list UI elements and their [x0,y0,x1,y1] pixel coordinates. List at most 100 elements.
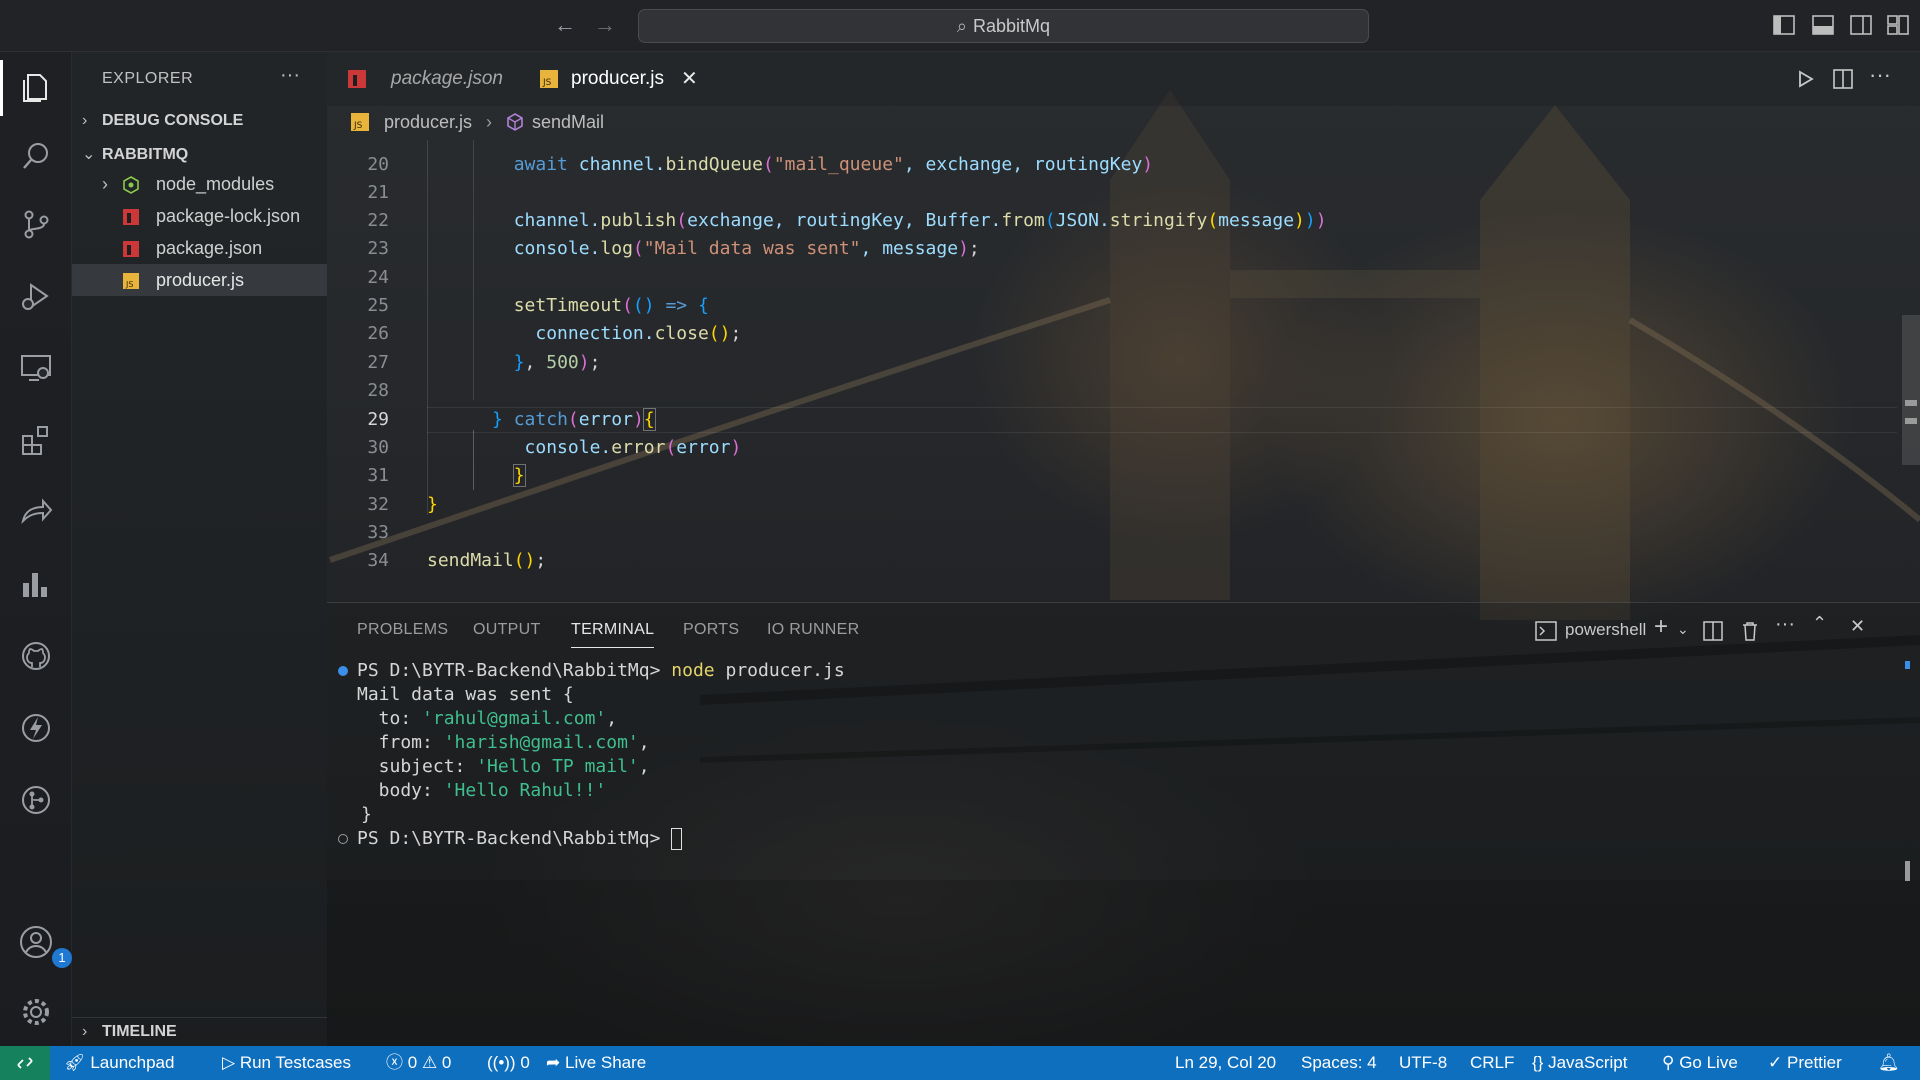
explorer-icon[interactable] [0,60,56,116]
svg-text:JS: JS [353,121,363,131]
split-editor-icon[interactable] [1832,68,1854,90]
new-terminal-icon[interactable]: + [1654,613,1668,640]
notifications-bell-icon[interactable]: 🔔︎ [1878,1046,1900,1080]
terminal-line: PS D:\BYTR-Backend\RabbitMq> [357,828,683,850]
tab-problems[interactable]: PROBLEMS [357,621,448,639]
npm-file-icon [123,209,139,225]
breadcrumb-separator-icon: › [486,112,492,132]
tree-item-package-lock-json[interactable]: package-lock.json [72,200,327,232]
remote-explorer-icon[interactable] [16,348,56,388]
run-and-debug-icon[interactable] [16,276,56,316]
accounts-icon[interactable]: 1 [16,922,72,968]
command-center-search[interactable]: ⌕ RabbitMq [638,9,1369,43]
line-number: 20 [367,154,389,175]
forward-arrow-icon[interactable]: → [594,12,616,38]
tab-producer-js[interactable]: JS producer.js ✕ [539,52,719,106]
terminal-scrollbar[interactable] [1905,861,1910,881]
editor-more-actions-icon[interactable]: ··· [1869,62,1891,88]
search-icon[interactable] [16,136,56,176]
breadcrumb-symbol[interactable]: sendMail [532,108,604,136]
line-number: 22 [367,210,389,231]
editor-scrollbar[interactable] [1902,315,1920,465]
code-line-31: } [512,464,526,487]
go-live-button[interactable]: ⚲ Go Live [1662,1046,1738,1080]
language-mode[interactable]: {} JavaScript [1532,1046,1627,1080]
toggle-secondary-sidebar-icon[interactable] [1849,14,1873,36]
shell-name: powershell [1565,620,1647,639]
tab-output[interactable]: OUTPUT [473,621,541,639]
tab-label: producer.js [571,68,664,89]
thunder-client-icon[interactable] [16,708,56,748]
tab-terminal[interactable]: TERMINAL [571,621,655,648]
breadcrumb-file[interactable]: producer.js [384,108,472,136]
remote-indicator-icon[interactable] [0,1046,50,1080]
cursor-position[interactable]: Ln 29, Col 20 [1175,1046,1276,1080]
maximize-panel-icon[interactable]: ⌃ [1812,613,1827,637]
rabbitmq-folder-section[interactable]: ⌄ RABBITMQ [72,141,327,169]
tab-ports[interactable]: PORTS [683,621,739,639]
code-line-32: } [427,494,438,515]
tree-item-node-modules[interactable]: › node_modules [72,168,327,200]
rocket-icon: 🚀︎ [64,1053,86,1072]
close-icon[interactable]: ✕ [681,52,698,106]
run-file-icon[interactable] [1795,69,1815,89]
github-icon[interactable] [16,636,56,676]
trash-icon[interactable] [1741,619,1759,643]
source-control-icon[interactable] [16,204,56,244]
chevron-right-icon: › [82,112,88,129]
gitlens-icon[interactable] [16,780,56,820]
encoding[interactable]: UTF-8 [1399,1046,1447,1080]
warning-icon: ⚠ [421,1053,438,1072]
end-of-line[interactable]: CRLF [1470,1046,1514,1080]
charts-icon[interactable] [16,564,56,604]
toggle-primary-sidebar-icon[interactable] [1772,14,1796,36]
close-panel-icon[interactable]: ✕ [1850,616,1865,640]
status-bar: 🚀︎ Launchpad ▷ Run Testcases ⓧ 0 ⚠ 0 ((•… [0,1046,1920,1080]
indentation[interactable]: Spaces: 4 [1301,1046,1377,1080]
tree-item-label: package.json [156,238,263,258]
line-number: 34 [367,550,389,571]
tree-item-label: producer.js [156,270,245,290]
line-number-current: 29 [367,409,389,430]
explorer-title: EXPLORER [102,70,194,87]
code-line-25: setTimeout(() => { [513,295,709,316]
svg-text:JS: JS [542,78,552,88]
npm-file-icon [123,241,139,257]
code-line-34: sendMail(); [427,550,547,571]
prettier-button[interactable]: ✓ Prettier [1768,1046,1842,1080]
chevron-right-icon: › [102,174,108,194]
live-share-icon[interactable] [16,492,56,532]
debug-console-section[interactable]: › DEBUG CONSOLE [72,107,327,135]
title-bar: ← → ⌕ RabbitMq [0,0,1920,52]
panel-more-actions-icon[interactable]: ··· [1775,613,1795,637]
extensions-icon[interactable] [16,420,56,460]
run-testcases-button[interactable]: ▷ Run Testcases [222,1046,351,1080]
settings-gear-icon[interactable] [16,992,56,1032]
line-number: 30 [367,437,389,458]
javascript-file-icon: JS [351,113,369,131]
split-terminal-icon[interactable] [1703,619,1723,643]
tree-item-label: package-lock.json [156,206,301,226]
customize-layout-icon[interactable] [1886,14,1910,36]
code-editor[interactable]: 20 21 22 23 24 25 26 27 28 29 30 31 32 3… [327,140,1920,600]
bottom-panel: PROBLEMS OUTPUT TERMINAL PORTS IO RUNNER… [327,602,1920,1046]
svg-text:JS: JS [125,280,133,289]
timeline-section[interactable]: › TIMELINE [72,1017,327,1045]
line-number: 27 [367,352,389,373]
tree-item-package-json[interactable]: package.json [72,232,327,264]
tab-io-runner[interactable]: IO RUNNER [767,621,859,639]
tree-item-producer-js[interactable]: JS producer.js [72,264,327,296]
ports-indicator[interactable]: ((•)) 0 [487,1046,530,1080]
live-share-button[interactable]: ➦ Live Share [546,1046,646,1080]
launchpad-button[interactable]: 🚀︎ Launchpad [64,1046,174,1080]
terminal-cursor [671,828,683,850]
chevron-down-icon[interactable]: ⌄ [1677,621,1689,645]
back-arrow-icon[interactable]: ← [554,12,576,38]
tab-package-json[interactable]: package.json [343,52,513,106]
search-icon: ⌕ [956,16,968,36]
node-folder-icon [123,176,139,194]
code-line-29: } catch(error){ [492,408,656,431]
toggle-panel-icon[interactable] [1811,14,1835,36]
problems-indicator[interactable]: ⓧ 0 ⚠ 0 [386,1046,451,1080]
explorer-more-actions-icon[interactable]: ··· [280,64,300,87]
